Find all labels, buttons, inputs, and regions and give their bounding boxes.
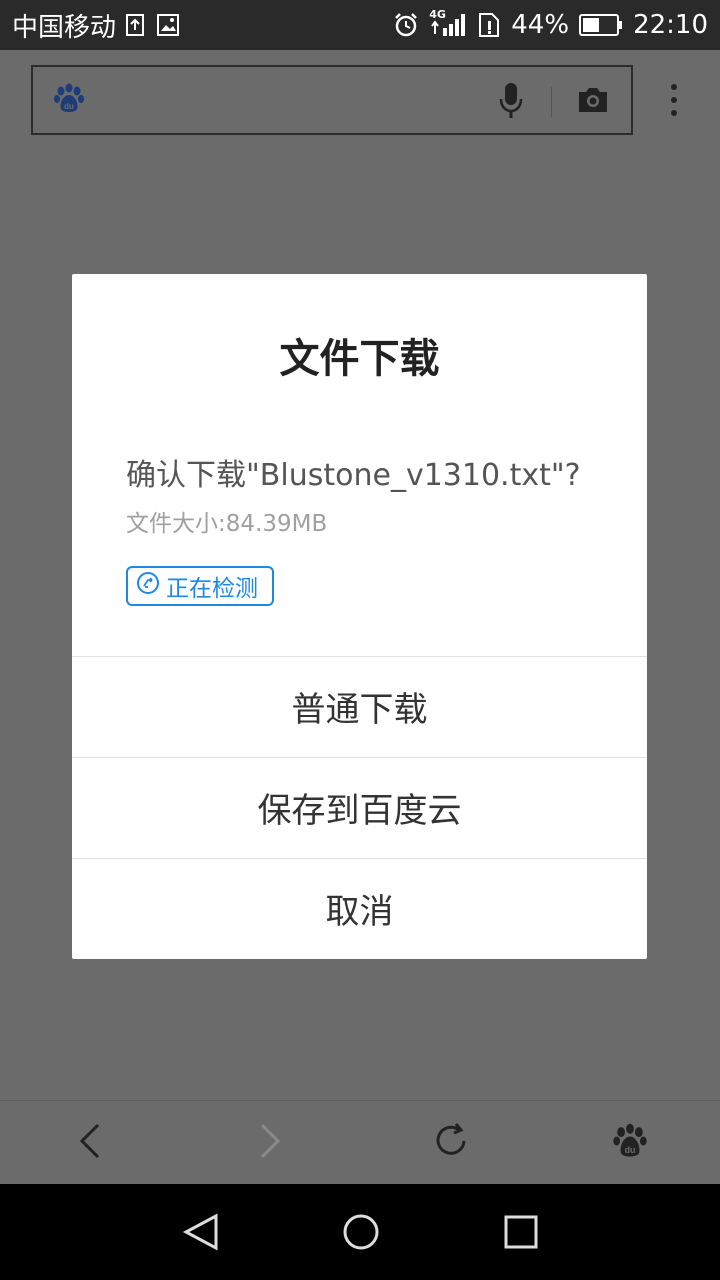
nav-home-icon[interactable] <box>342 1212 380 1256</box>
battery-icon <box>579 13 623 37</box>
back-icon[interactable] <box>78 1121 102 1165</box>
baidu-paw-icon[interactable]: du <box>612 1121 648 1165</box>
camera-icon[interactable] <box>576 85 610 119</box>
sim-alert-icon <box>477 12 501 38</box>
status-bar: 中国移动 4G 44% 22:10 <box>0 0 720 50</box>
baidu-paw-icon: du <box>53 82 85 118</box>
scan-icon <box>136 571 160 601</box>
status-badge: 正在检测 <box>126 566 274 606</box>
browser-toolbar: du <box>0 1100 720 1184</box>
svg-text:du: du <box>64 102 74 111</box>
download-confirm-message: 确认下载"Blustone_v1310.txt"? <box>126 458 581 493</box>
more-vert-icon[interactable] <box>664 82 684 122</box>
dialog-title: 文件下载 <box>279 336 440 382</box>
refresh-icon[interactable] <box>432 1121 470 1165</box>
download-dialog: 文件下载 确认下载"Blustone_v1310.txt"? 文件大小:84.3… <box>72 274 647 959</box>
system-nav-bar <box>0 1184 720 1280</box>
search-divider <box>551 87 552 117</box>
cancel-label: 取消 <box>325 892 394 932</box>
save-to-cloud-label: 保存到百度云 <box>257 791 462 831</box>
nav-back-icon[interactable] <box>182 1212 220 1256</box>
svg-text:du: du <box>625 1145 636 1155</box>
nav-recents-icon[interactable] <box>503 1212 539 1256</box>
alarm-icon <box>393 12 419 38</box>
cancel-button[interactable]: 取消 <box>72 858 647 958</box>
forward-icon[interactable] <box>258 1121 282 1165</box>
status-badge-label: 正在检测 <box>166 576 258 602</box>
image-notification-icon <box>156 13 180 37</box>
carrier-label: 中国移动 <box>12 12 117 43</box>
upload-notification-icon <box>126 14 145 36</box>
file-size-label: 文件大小:84.39MB <box>126 511 328 537</box>
normal-download-button[interactable]: 普通下载 <box>72 656 647 756</box>
search-bar[interactable]: du <box>31 65 633 135</box>
signal-icon: 4G <box>429 8 467 38</box>
microphone-icon[interactable] <box>498 81 524 125</box>
battery-percent: 44% <box>511 10 570 40</box>
normal-download-label: 普通下载 <box>291 690 428 730</box>
save-to-baidu-cloud-button[interactable]: 保存到百度云 <box>72 757 647 857</box>
clock: 22:10 <box>633 10 708 40</box>
network-type-label: 4G <box>429 8 446 21</box>
